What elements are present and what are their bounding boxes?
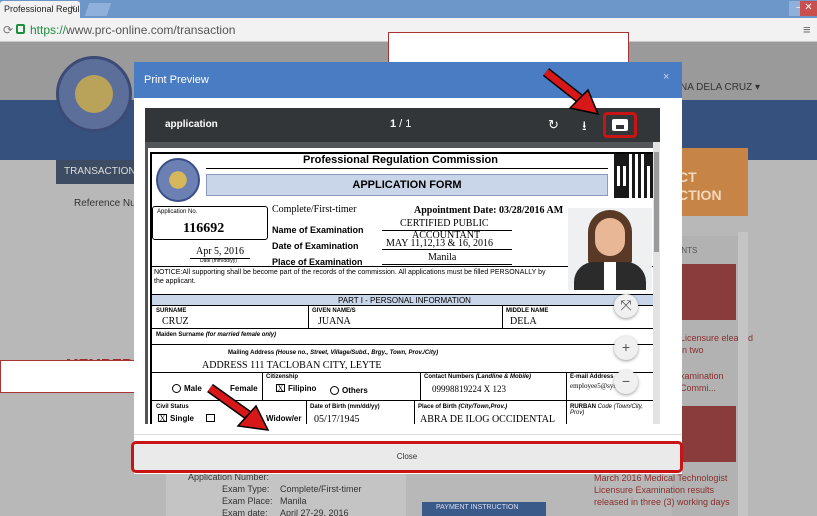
pob-label: Place of Birth (City/Town,Prov.) bbox=[418, 404, 508, 410]
result-thumbnail[interactable] bbox=[680, 264, 736, 320]
civil-status-label: Civil Status bbox=[156, 404, 189, 410]
pdf-document-name: application bbox=[165, 119, 218, 130]
reload-icon[interactable]: ⟳ bbox=[3, 23, 13, 37]
form-title: APPLICATION FORM bbox=[352, 179, 462, 191]
contact-value: 09998819224 X 123 bbox=[432, 384, 506, 394]
exam-name-label: Name of Examination bbox=[272, 225, 364, 235]
print-button[interactable] bbox=[603, 112, 637, 138]
browser-tab[interactable]: Professional Regulation C × bbox=[0, 1, 80, 18]
lock-icon bbox=[16, 24, 25, 34]
info-label: Exam Type: bbox=[222, 484, 270, 494]
transactions-tab[interactable]: TRANSACTIONS bbox=[56, 160, 142, 184]
doc-header: Professional Regulation Commission bbox=[303, 154, 498, 166]
pdf-total-pages: 1 bbox=[405, 118, 412, 130]
date-signed: Apr 5, 2016 bbox=[196, 246, 245, 257]
qr-code bbox=[614, 154, 653, 198]
annotation-box-top bbox=[388, 32, 629, 65]
browser-tabstrip: Professional Regulation C × – ✕ bbox=[0, 0, 817, 18]
maiden-label: Maiden Surname (for married female only) bbox=[156, 332, 277, 338]
pdf-current-page: 1 bbox=[390, 118, 397, 130]
surname-value: CRUZ bbox=[162, 316, 189, 327]
male-radio bbox=[172, 384, 181, 393]
pdf-page-indicator: 1 / 1 bbox=[390, 118, 412, 130]
modal-close-icon[interactable]: × bbox=[663, 71, 669, 83]
payment-instruction-button[interactable]: PAYMENT INSTRUCTION bbox=[422, 502, 546, 516]
address-label: Mailing Address (House no., Street, Vill… bbox=[228, 350, 439, 356]
news-item[interactable]: March 2016 Medical Technologist Licensur… bbox=[594, 472, 734, 508]
arrow-to-print-icon bbox=[542, 68, 600, 116]
window-close-button[interactable]: ✕ bbox=[800, 1, 817, 16]
info-value: Complete/First-timer bbox=[280, 484, 362, 494]
date-format-label: Date (mm/dd/yy) bbox=[200, 258, 237, 264]
given-name-value: JUANA bbox=[318, 316, 351, 327]
pob-value: ABRA DE ILOG OCCIDENTAL bbox=[420, 414, 556, 424]
page-scrollbar[interactable] bbox=[738, 232, 748, 516]
info-label: Exam Place: bbox=[222, 496, 273, 506]
url-path: www.prc-online.com/transaction bbox=[66, 23, 236, 37]
tab-title: Professional Regulation C bbox=[4, 4, 80, 14]
download-icon[interactable]: ⭳ bbox=[582, 117, 587, 139]
zoom-in-button[interactable]: + bbox=[614, 336, 638, 360]
others-label: Others bbox=[342, 386, 368, 395]
citizenship-label: Citizenship bbox=[266, 374, 299, 380]
application-no-box: Application No. 116692 bbox=[152, 206, 268, 240]
scroll-thumb[interactable] bbox=[654, 152, 659, 252]
close-button[interactable]: Close bbox=[131, 441, 683, 473]
exam-date-label: Date of Examination bbox=[272, 241, 359, 251]
rurban-label: RURBAN Code (Town/City, Prov) bbox=[570, 404, 644, 416]
address-value: ADDRESS 111 TACLOBAN CITY, LEYTE bbox=[202, 360, 382, 371]
email-label: E-mail Address bbox=[570, 374, 614, 380]
exam-date-value: MAY 11,12,13 & 16, 2016 bbox=[386, 238, 493, 249]
appointment-date: Appointment Date: 03/28/2016 AM bbox=[414, 205, 564, 216]
url-scheme: https:// bbox=[30, 23, 67, 37]
filipino-checkbox: X bbox=[276, 384, 285, 393]
pdf-scrollbar[interactable] bbox=[653, 142, 660, 424]
tab-close-icon[interactable]: × bbox=[70, 3, 76, 14]
info-value: Manila bbox=[280, 496, 307, 506]
middle-name-value: DELA bbox=[510, 316, 537, 327]
result-text-2[interactable]: xamination Commi... bbox=[680, 370, 760, 394]
contact-label: Contact Numbers (Landline & Mobile) bbox=[424, 374, 532, 380]
result-text[interactable]: Licensure eleased in two bbox=[680, 332, 760, 356]
zoom-out-button[interactable]: − bbox=[614, 370, 638, 394]
applicant-type: Complete/First-timer bbox=[272, 204, 357, 215]
user-menu[interactable]: NA DELA CRUZ ▾ bbox=[680, 82, 760, 93]
transaction-info: Application Number: Exam Type: Complete/… bbox=[166, 472, 406, 516]
orange-banner-line-2: CTION bbox=[678, 187, 722, 203]
menu-icon[interactable]: ≡ bbox=[803, 22, 811, 37]
arrow-to-close-button bbox=[207, 383, 270, 431]
prc-seal-logo bbox=[56, 56, 132, 132]
orange-banner-line-1: CT bbox=[678, 169, 697, 185]
section-title: PART I - PERSONAL INFORMATION bbox=[152, 294, 653, 306]
modal-footer: Close bbox=[131, 434, 683, 474]
result-thumbnail-2[interactable] bbox=[680, 406, 736, 462]
surname-label: SURNAME bbox=[156, 308, 187, 314]
modal-title: Print Preview bbox=[144, 74, 209, 86]
info-value: April 27-29, 2016 bbox=[280, 508, 349, 516]
filipino-label: Filipino bbox=[288, 384, 317, 393]
fit-page-button[interactable]: ⤧ bbox=[614, 294, 638, 318]
middle-name-label: MIDDLE NAME bbox=[506, 308, 549, 314]
exam-name-value: CERTIFIED PUBLIC bbox=[400, 218, 489, 229]
application-no-label: Application No. bbox=[157, 209, 198, 215]
form-title-bar: APPLICATION FORM bbox=[206, 174, 608, 196]
others-radio bbox=[330, 386, 339, 395]
dob-label: Date of Birth (mm/dd/yy) bbox=[310, 404, 380, 410]
notice-text: NOTICE:All supporting shall be become pa… bbox=[154, 269, 546, 285]
single-label: Single bbox=[170, 414, 195, 423]
dob-value: 05/17/1945 bbox=[314, 414, 360, 424]
applicant-photo bbox=[568, 208, 652, 290]
male-label: Male bbox=[184, 384, 202, 393]
info-label: Exam date: bbox=[222, 508, 268, 516]
print-icon bbox=[612, 119, 628, 131]
exam-place-value: Manila bbox=[428, 252, 457, 263]
url-field[interactable]: https://www.prc-online.com/transaction bbox=[30, 23, 235, 37]
application-no: 116692 bbox=[183, 221, 225, 236]
given-name-label: GIVEN NAME/S bbox=[312, 308, 356, 314]
single-checkbox: X bbox=[158, 414, 167, 423]
new-tab-button[interactable] bbox=[84, 3, 112, 16]
pdf-viewer: application 1 / 1 ↻ ⭳ Professional Regul… bbox=[145, 108, 660, 424]
rotate-icon[interactable]: ↻ bbox=[548, 117, 559, 133]
